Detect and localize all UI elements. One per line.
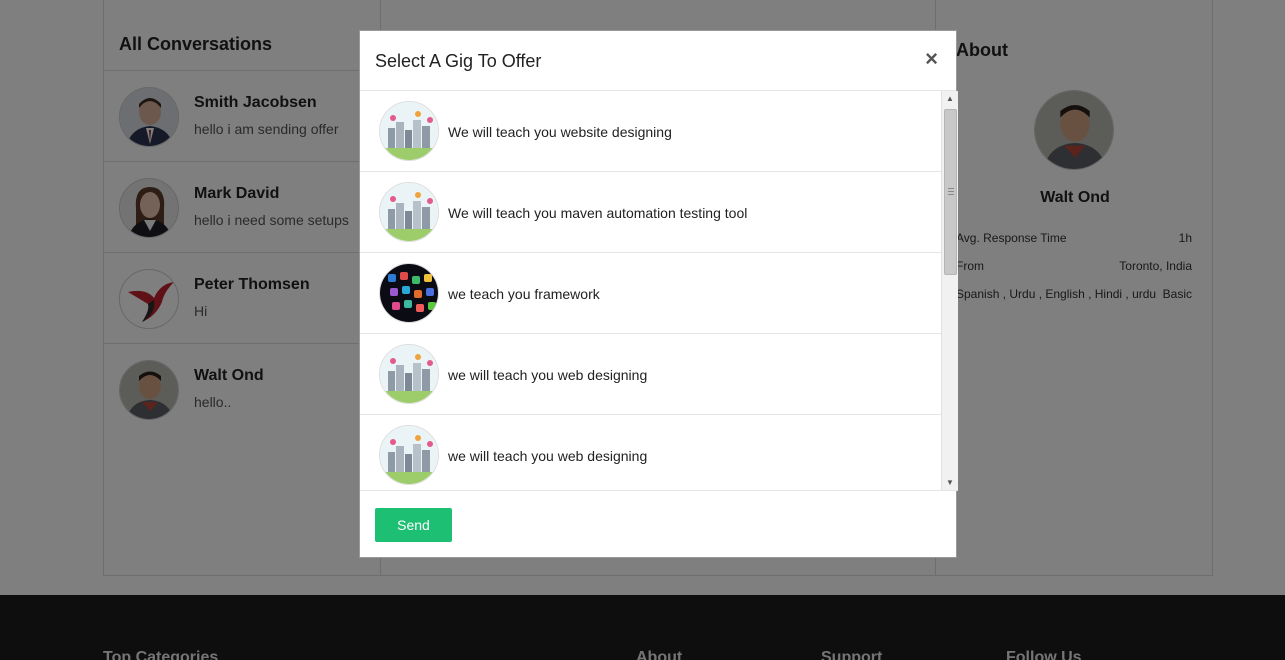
gig-list-scrollbar[interactable]: ▲ ▼ <box>941 91 958 490</box>
city-icon <box>379 425 439 485</box>
gig-title: we will teach you web designing <box>448 367 648 383</box>
gig-option[interactable]: We will teach you website designing <box>360 91 941 172</box>
scrollbar-thumb[interactable] <box>944 109 957 275</box>
phone-apps-icon <box>379 263 439 323</box>
gig-option[interactable]: we will teach you web designing <box>360 415 941 490</box>
gig-list[interactable]: We will teach you website designing We w… <box>360 91 958 491</box>
gig-option[interactable]: We will teach you maven automation testi… <box>360 172 941 253</box>
modal-title: Select A Gig To Offer <box>375 51 542 71</box>
gig-title: We will teach you website designing <box>448 124 672 140</box>
scroll-down-arrow-icon[interactable]: ▼ <box>942 475 958 490</box>
city-icon <box>379 101 439 161</box>
gig-title: we teach you framework <box>448 286 600 302</box>
gig-option[interactable]: we will teach you web designing <box>360 334 941 415</box>
gig-title: we will teach you web designing <box>448 448 648 464</box>
select-gig-modal: Select A Gig To Offer × We will teach yo… <box>359 30 958 558</box>
grip-icon <box>948 188 954 195</box>
city-icon <box>379 182 439 242</box>
close-icon[interactable]: × <box>925 48 938 70</box>
gig-option[interactable]: we teach you framework <box>360 253 941 334</box>
scroll-up-arrow-icon[interactable]: ▲ <box>942 91 958 107</box>
city-icon <box>379 344 439 404</box>
send-button[interactable]: Send <box>375 508 452 542</box>
modal-header: Select A Gig To Offer × <box>360 31 956 91</box>
gig-title: We will teach you maven automation testi… <box>448 205 748 221</box>
